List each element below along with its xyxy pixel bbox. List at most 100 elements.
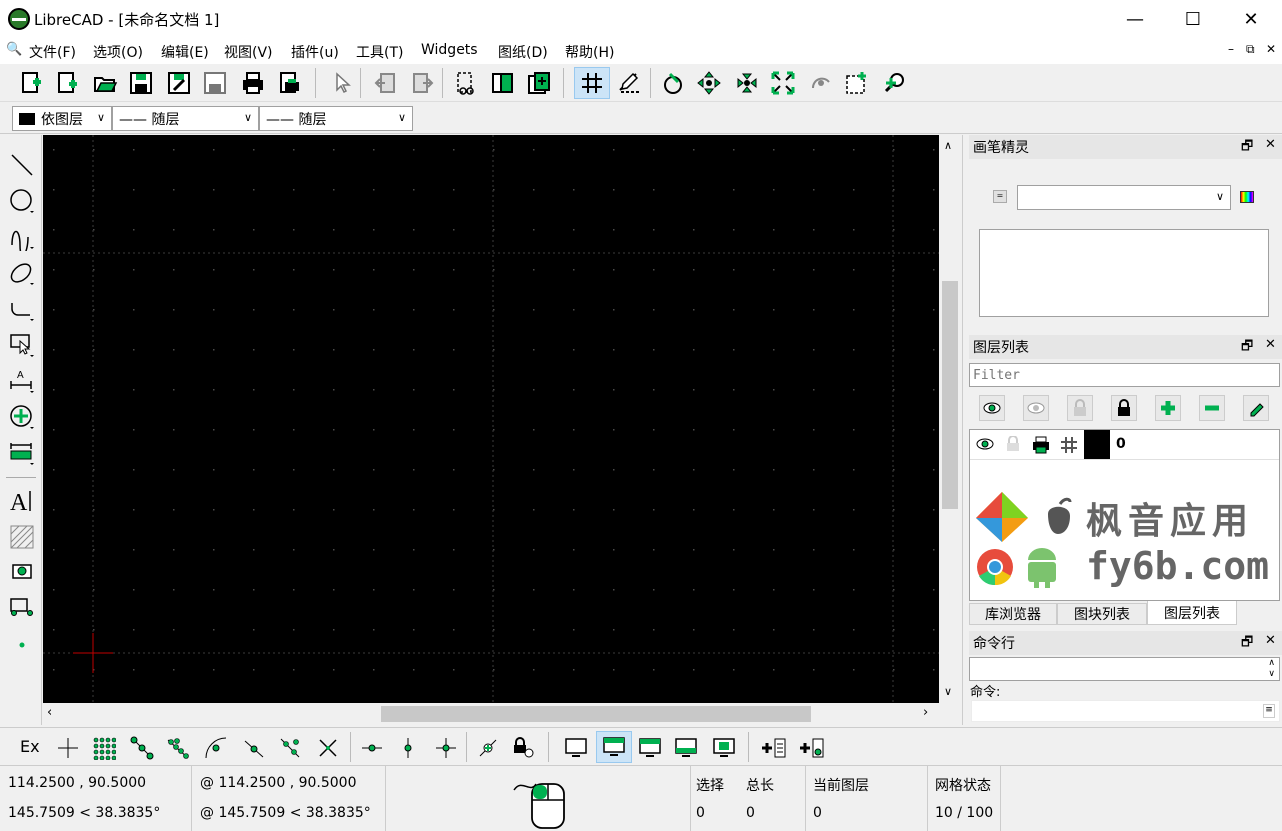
restrict-orthogonal-icon[interactable] xyxy=(432,734,460,762)
doc-icon[interactable]: 🔍 xyxy=(6,42,22,57)
snap-endpoint-icon[interactable] xyxy=(128,734,156,762)
linetype-combo[interactable]: —— 随层 ∨ xyxy=(112,106,259,131)
undo-icon[interactable] xyxy=(370,68,400,98)
vertical-scroll-thumb[interactable] xyxy=(942,281,958,509)
spin-down-icon[interactable]: ∨ xyxy=(1268,669,1275,679)
show-all-layers-icon[interactable] xyxy=(979,395,1005,421)
add-block-icon[interactable] xyxy=(798,734,826,762)
zoom-previous-icon[interactable] xyxy=(806,68,836,98)
save-all-icon[interactable] xyxy=(200,68,230,98)
print-preview-icon[interactable] xyxy=(274,68,304,98)
restrict-horizontal-icon[interactable] xyxy=(358,734,386,762)
view-4-icon[interactable] xyxy=(672,734,700,762)
image-tool-icon[interactable] xyxy=(6,555,38,587)
snap-free-icon[interactable] xyxy=(54,734,82,762)
redraw-icon[interactable] xyxy=(658,68,688,98)
menu-options[interactable]: 选项(O) xyxy=(93,42,143,62)
tab-block-list[interactable]: 图块列表 xyxy=(1057,603,1147,625)
line-tool-icon[interactable] xyxy=(6,149,38,181)
point-tool-icon[interactable] xyxy=(6,629,38,661)
view-2-icon[interactable] xyxy=(596,731,632,763)
view-1-icon[interactable] xyxy=(562,734,590,762)
text-tool-icon[interactable]: A xyxy=(6,485,38,517)
linewidth-combo[interactable]: —— 随层 ∨ xyxy=(259,106,413,131)
open-folder-icon[interactable] xyxy=(90,68,120,98)
lock-relative-zero-icon[interactable] xyxy=(510,734,538,762)
zoom-pan-icon[interactable] xyxy=(880,68,910,98)
save-icon[interactable] xyxy=(126,68,156,98)
modify-tool-icon[interactable] xyxy=(6,401,38,433)
zoom-auto-icon[interactable] xyxy=(768,68,798,98)
command-input[interactable]: ≡ xyxy=(971,700,1280,722)
relative-zero-icon[interactable] xyxy=(474,734,502,762)
grid-toggle-icon[interactable] xyxy=(574,67,610,99)
palette-combo[interactable]: ∨ xyxy=(1017,185,1231,210)
lock-all-icon[interactable] xyxy=(1111,395,1137,421)
mdi-close-button[interactable]: ✕ xyxy=(1266,42,1276,56)
menu-file[interactable]: 文件(F) xyxy=(29,42,76,62)
close-dock-icon[interactable]: ✕ xyxy=(1265,137,1276,152)
pen-wizard-list[interactable] xyxy=(979,229,1269,317)
palette-color-icon[interactable] xyxy=(1240,191,1254,203)
save-as-icon[interactable] xyxy=(164,68,194,98)
menu-view[interactable]: 视图(V) xyxy=(224,42,273,62)
zoom-out-icon[interactable] xyxy=(732,68,762,98)
copy-icon[interactable] xyxy=(488,68,518,98)
remove-layer-icon[interactable] xyxy=(1199,395,1225,421)
menu-widgets[interactable]: Widgets xyxy=(421,42,478,58)
scroll-right-icon[interactable]: › xyxy=(923,705,928,720)
drawing-canvas[interactable] xyxy=(43,135,939,703)
select-tool-icon[interactable] xyxy=(6,329,38,361)
menu-plugins[interactable]: 插件(u) xyxy=(291,42,339,62)
menu-icon[interactable]: ≡ xyxy=(1263,704,1275,718)
scroll-left-icon[interactable]: ‹ xyxy=(47,705,52,720)
new-file-icon[interactable] xyxy=(16,68,46,98)
add-list-icon[interactable] xyxy=(760,734,788,762)
horizontal-scroll-thumb[interactable] xyxy=(381,706,811,722)
print-icon[interactable] xyxy=(238,68,268,98)
restrict-vertical-icon[interactable] xyxy=(394,734,422,762)
float-icon[interactable]: 🗗 xyxy=(1241,633,1253,655)
snap-on-entity-icon[interactable] xyxy=(164,734,192,762)
tab-layer-list[interactable]: 图层列表 xyxy=(1147,601,1237,625)
mdi-restore-button[interactable]: ⧉ xyxy=(1246,42,1255,57)
polyline-tool-icon[interactable] xyxy=(6,293,38,325)
menu-edit[interactable]: 编辑(E) xyxy=(161,42,209,62)
paste-icon[interactable] xyxy=(524,68,554,98)
spin-up-icon[interactable]: ∧ xyxy=(1268,658,1275,668)
close-dock-icon[interactable]: ✕ xyxy=(1265,337,1276,352)
new-template-icon[interactable] xyxy=(52,68,82,98)
snap-intersection-icon[interactable] xyxy=(314,734,342,762)
tab-library-browser[interactable]: 库浏览器 xyxy=(969,603,1057,625)
command-history[interactable]: ∧ ∨ xyxy=(969,657,1280,681)
float-icon[interactable]: 🗗 xyxy=(1241,137,1253,159)
unlock-all-icon[interactable] xyxy=(1067,395,1093,421)
circle-tool-icon[interactable] xyxy=(6,185,38,217)
redo-icon[interactable] xyxy=(408,68,438,98)
color-combo[interactable]: 依图层 ∨ xyxy=(12,106,112,131)
cut-icon[interactable] xyxy=(450,68,480,98)
dimension-tool-icon[interactable]: A xyxy=(6,365,38,397)
menu-tools[interactable]: 工具(T) xyxy=(356,42,403,62)
snap-middle-icon[interactable] xyxy=(240,734,268,762)
minimize-button[interactable]: — xyxy=(1106,0,1164,38)
view-5-icon[interactable] xyxy=(710,734,738,762)
measure-tool-icon[interactable] xyxy=(6,437,38,469)
pen-small-button[interactable]: = xyxy=(993,190,1007,203)
mdi-minimize-button[interactable]: – xyxy=(1228,42,1234,56)
zoom-in-icon[interactable] xyxy=(694,68,724,98)
pointer-icon[interactable] xyxy=(326,68,356,98)
menu-help[interactable]: 帮助(H) xyxy=(565,42,614,62)
view-3-icon[interactable] xyxy=(636,734,664,762)
edit-layer-icon[interactable] xyxy=(1243,395,1269,421)
menu-drawing[interactable]: 图纸(D) xyxy=(498,42,548,62)
scroll-down-icon[interactable]: ∨ xyxy=(944,685,952,698)
snap-exclusive-button[interactable]: Ex xyxy=(20,737,40,756)
hatch-tool-icon[interactable] xyxy=(6,521,38,553)
add-layer-icon[interactable] xyxy=(1155,395,1181,421)
snap-center-icon[interactable] xyxy=(202,734,230,762)
scroll-up-icon[interactable]: ∧ xyxy=(944,139,952,152)
zoom-window-icon[interactable] xyxy=(842,68,872,98)
float-icon[interactable]: 🗗 xyxy=(1241,337,1253,359)
ellipse-tool-icon[interactable] xyxy=(6,257,38,289)
